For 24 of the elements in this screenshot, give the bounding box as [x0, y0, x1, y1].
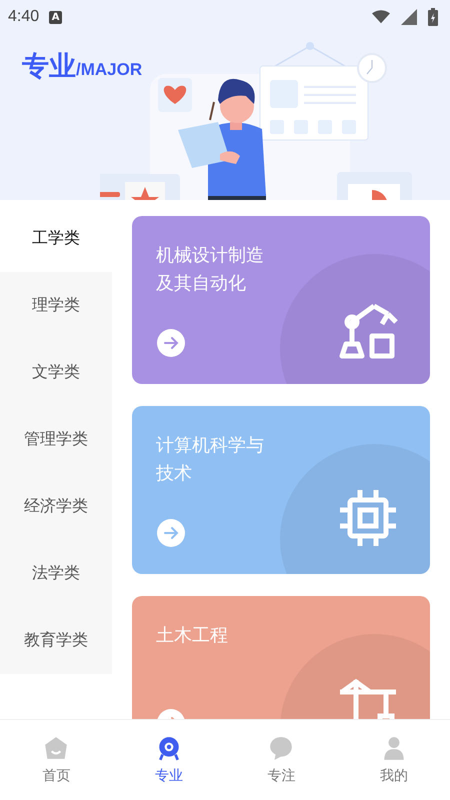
home-icon [43, 735, 70, 761]
nav-tab[interactable]: 我的 [338, 720, 450, 800]
category-tab[interactable]: 教育学类 [0, 607, 112, 674]
category-tab[interactable]: 经济学类 [0, 473, 112, 540]
category-tab[interactable]: 理学类 [0, 272, 112, 339]
page-title: 专业 [22, 50, 76, 84]
category-tab[interactable]: 法学类 [0, 540, 112, 607]
wifi-icon [372, 9, 390, 25]
page-subtitle: /MAJOR [76, 60, 142, 80]
nav-tab[interactable]: 专业 [112, 720, 225, 800]
arrow-right-icon[interactable] [156, 518, 186, 548]
battery-icon [428, 8, 438, 26]
nav-tab[interactable]: 专注 [225, 720, 338, 800]
arrow-right-icon[interactable] [156, 328, 186, 358]
category-tab[interactable]: 管理学类 [0, 406, 112, 473]
chat-icon [268, 735, 294, 761]
status-time: 4:40 [8, 8, 40, 26]
nav-tab[interactable]: 首页 [0, 720, 112, 800]
notification-icon: A [49, 10, 62, 24]
major-title: 计算机科学与技术 [156, 434, 265, 486]
major-title: 机械设计制造及其自动化 [156, 244, 265, 296]
category-tab[interactable]: 文学类 [0, 339, 112, 406]
signal-icon [400, 9, 418, 25]
major-title: 土木工程 [156, 624, 229, 648]
